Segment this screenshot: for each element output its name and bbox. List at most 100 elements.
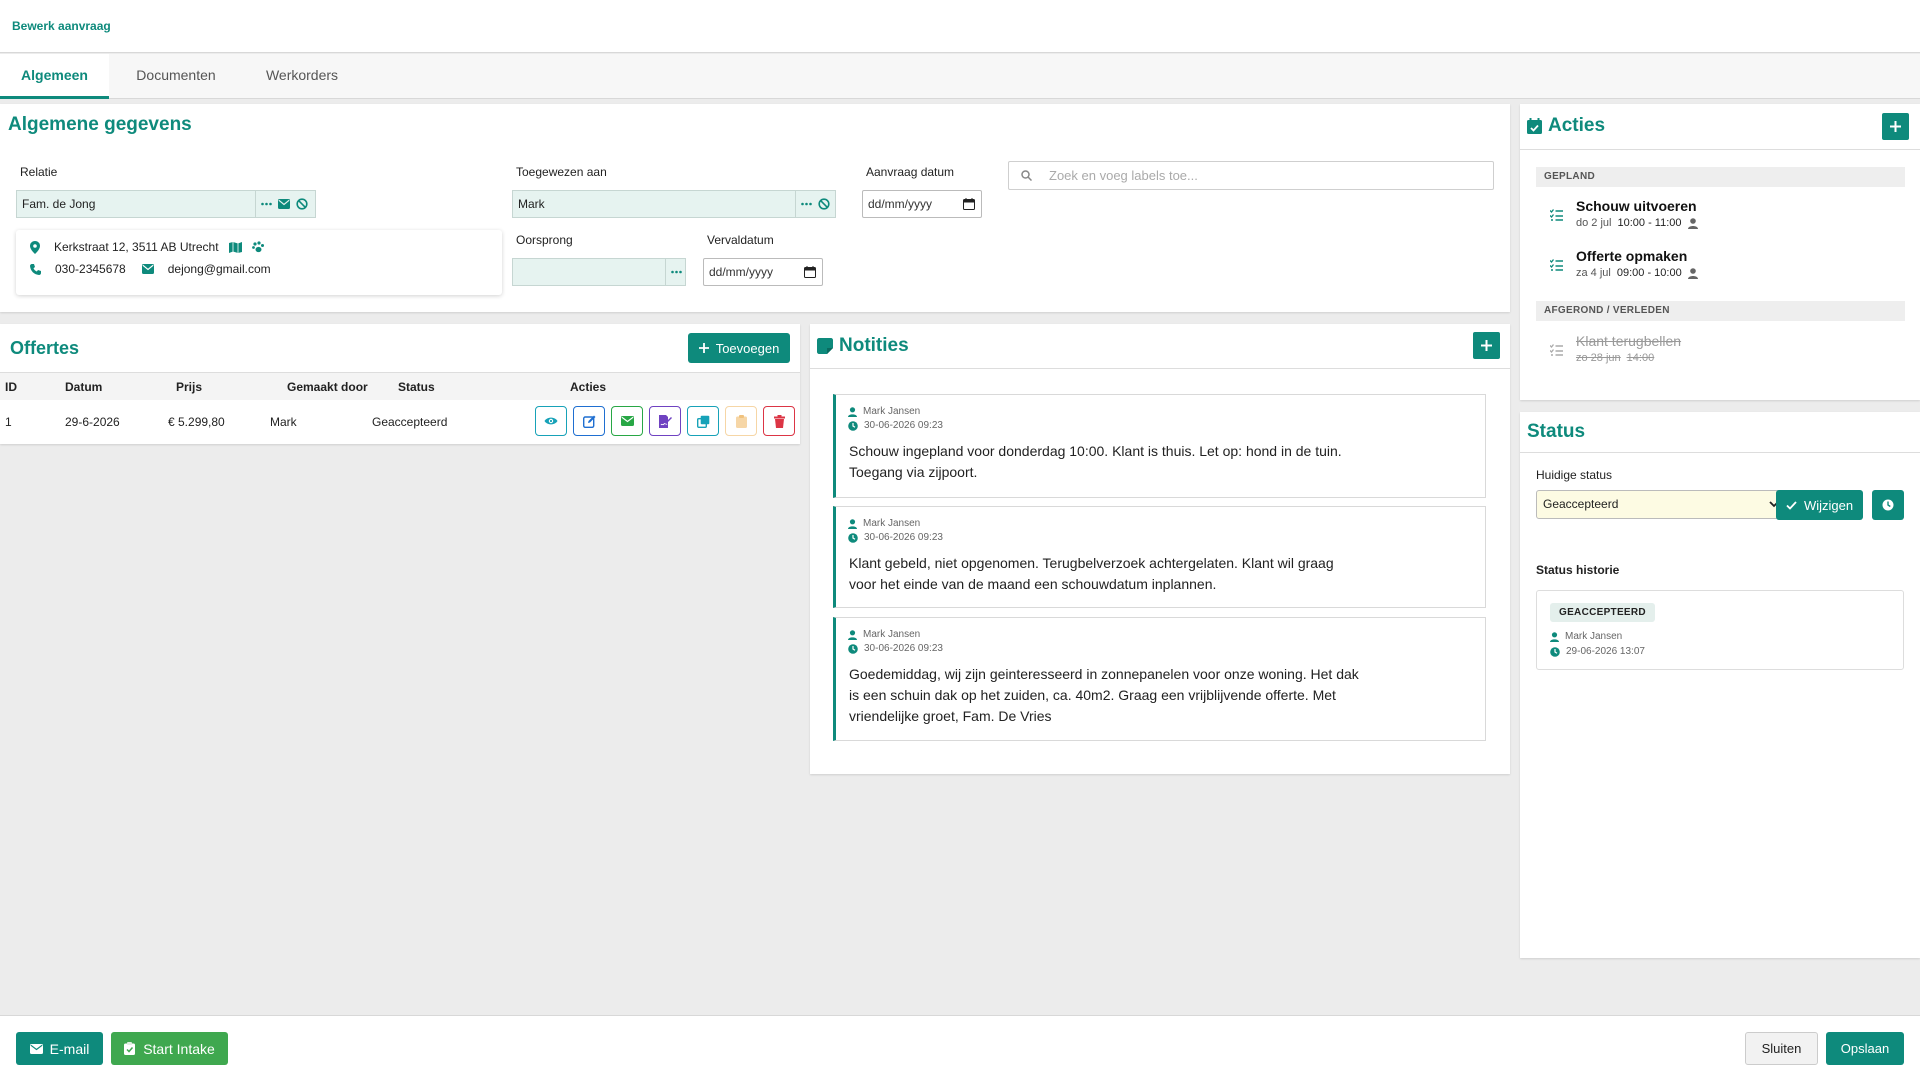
eye-icon [544,416,558,426]
note-text-line: Goedemiddag, wij zijn geinteresseerd in … [849,666,1359,682]
change-status-button[interactable]: Wijzigen [1776,490,1863,520]
change-status-label: Wijzigen [1803,497,1854,513]
email-button[interactable]: E-mail [16,1032,103,1065]
contact-row: 030-2345678 dejong@gmail.com [30,262,271,276]
save-button[interactable]: Opslaan [1826,1032,1904,1065]
email-text[interactable]: dejong@gmail.com [168,262,271,276]
user-icon [1687,267,1698,279]
add-offerte-button[interactable]: Toevoegen [688,333,790,363]
envelope-icon[interactable] [278,199,290,209]
map-marker-icon [30,240,40,254]
note-text-line: Toegang via zijpoort. [849,464,978,480]
view-button[interactable] [535,406,567,436]
archive-button[interactable] [725,406,757,436]
relatie-actions [256,190,316,218]
ban-icon[interactable] [296,198,308,210]
column-header: ID [5,380,17,394]
sign-button[interactable] [649,406,681,436]
current-status-label: Huidige status [1536,468,1613,482]
calendar-icon[interactable] [963,198,975,210]
action-meta: do 2 jul 10:00 - 11:00 [1576,217,1698,229]
edit-button[interactable] [573,406,605,436]
close-button[interactable]: Sluiten [1745,1032,1818,1065]
action-item[interactable]: Offerte opmaken za 4 jul 09:00 - 10:00 [1536,247,1905,291]
phone-icon [30,263,41,275]
ban-icon[interactable] [818,198,830,210]
envelope-icon [620,416,634,426]
action-item[interactable]: Schouw uitvoeren do 2 jul 10:00 - 11:00 [1536,197,1905,241]
cell-gemaakt-door: Mark [270,415,297,429]
tab-documenten[interactable]: Documenten [118,54,234,99]
note-author: Mark Jansen [848,629,920,640]
status-select[interactable]: Geaccepteerd [1536,490,1787,519]
status-history-button[interactable] [1872,490,1904,520]
column-header: Gemaakt door [287,380,368,394]
labels-search-placeholder: Zoek en voeg labels toe... [1049,168,1198,183]
column-header: Status [398,380,435,394]
column-header: Prijs [176,380,203,394]
map-icon[interactable] [228,241,242,253]
divider [1520,452,1920,453]
clock-icon [848,420,858,431]
clipboard-icon [735,414,747,428]
relatie-label: Relatie [20,165,58,179]
status-title: Status [1527,421,1586,442]
clock-icon [1550,646,1560,657]
send-email-button[interactable] [611,406,643,436]
history-user: Mark Jansen [1550,631,1622,642]
column-header: Acties [570,380,607,394]
user-icon [1550,631,1559,642]
action-item-done[interactable]: Klant terugbellen zo 28 jun 14:00 [1536,332,1905,376]
delete-button[interactable] [763,406,795,436]
duplicate-button[interactable] [687,406,719,436]
note-text-line: Schouw ingepland voor donderdag 10:00. K… [849,443,1342,459]
note-text-line: vriendelijke groet, Fam. De Vries [849,708,1052,724]
cell-status: Geaccepteerd [372,415,448,429]
general-title: Algemene gegevens [8,114,192,135]
column-header: Datum [65,380,103,394]
toegewezen-actions [796,190,836,218]
clock-icon [1882,499,1894,511]
clock-icon [848,643,858,654]
status-badge: GEACCEPTEERD [1550,603,1655,622]
tab-algemeen[interactable]: Algemeen [0,54,109,99]
vervaldatum-input[interactable]: dd/mm/yyyy [703,258,823,286]
acties-card: Acties GEPLAND Schouw uitvoeren do 2 jul… [1520,104,1920,400]
tab-werkorders[interactable]: Werkorders [246,54,358,99]
start-intake-button[interactable]: Start Intake [111,1032,228,1065]
note-text-line: Klant gebeld, niet opgenomen. Terugbelve… [849,555,1334,571]
calendar-icon[interactable] [804,266,816,278]
general-card: Algemene gegevens Relatie Fam. de Jong K… [0,104,1510,312]
oorsprong-input[interactable] [512,258,666,286]
vervaldatum-label: Vervaldatum [707,233,774,247]
paw-icon[interactable] [251,241,264,253]
labels-search-input[interactable]: Zoek en voeg labels toe... [1008,161,1494,190]
more-icon[interactable] [801,202,812,206]
add-note-button[interactable] [1473,332,1500,359]
toegewezen-input[interactable]: Mark [512,190,796,218]
action-title: Offerte opmaken [1576,248,1688,264]
oorsprong-label: Oorsprong [516,233,573,247]
more-icon[interactable] [261,202,272,206]
divider [1520,149,1920,150]
aanvraag-datum-value: dd/mm/yyyy [868,197,933,211]
add-action-button[interactable] [1882,113,1909,140]
tab-bar: Algemeen Documenten Werkorders [0,54,1920,99]
aanvraag-datum-input[interactable]: dd/mm/yyyy [862,190,982,218]
page-title: Bewerk aanvraag [12,19,111,33]
note-date: 30-06-2026 09:23 [848,532,943,543]
acties-title: Acties [1548,115,1606,136]
trash-icon [773,414,785,428]
top-bar: Bewerk aanvraag [0,0,1920,53]
table-row[interactable]: 1 29-6-2026 € 5.299,80 Mark Geaccepteerd [0,400,800,442]
action-meta: zo 28 jun 14:00 [1576,352,1655,364]
relatie-input[interactable]: Fam. de Jong [16,190,256,218]
note-author: Mark Jansen [848,406,920,417]
sticky-note-icon [817,338,833,354]
note-date: 30-06-2026 09:23 [848,420,943,431]
more-icon[interactable] [671,270,682,274]
action-title: Schouw uitvoeren [1576,198,1697,214]
cell-prijs: € 5.299,80 [168,415,225,429]
note-item: Mark Jansen 30-06-2026 09:23 Goedemiddag… [833,617,1486,741]
notities-card: Notities Mark Jansen 30-06-2026 09:23 Sc… [810,324,1510,774]
